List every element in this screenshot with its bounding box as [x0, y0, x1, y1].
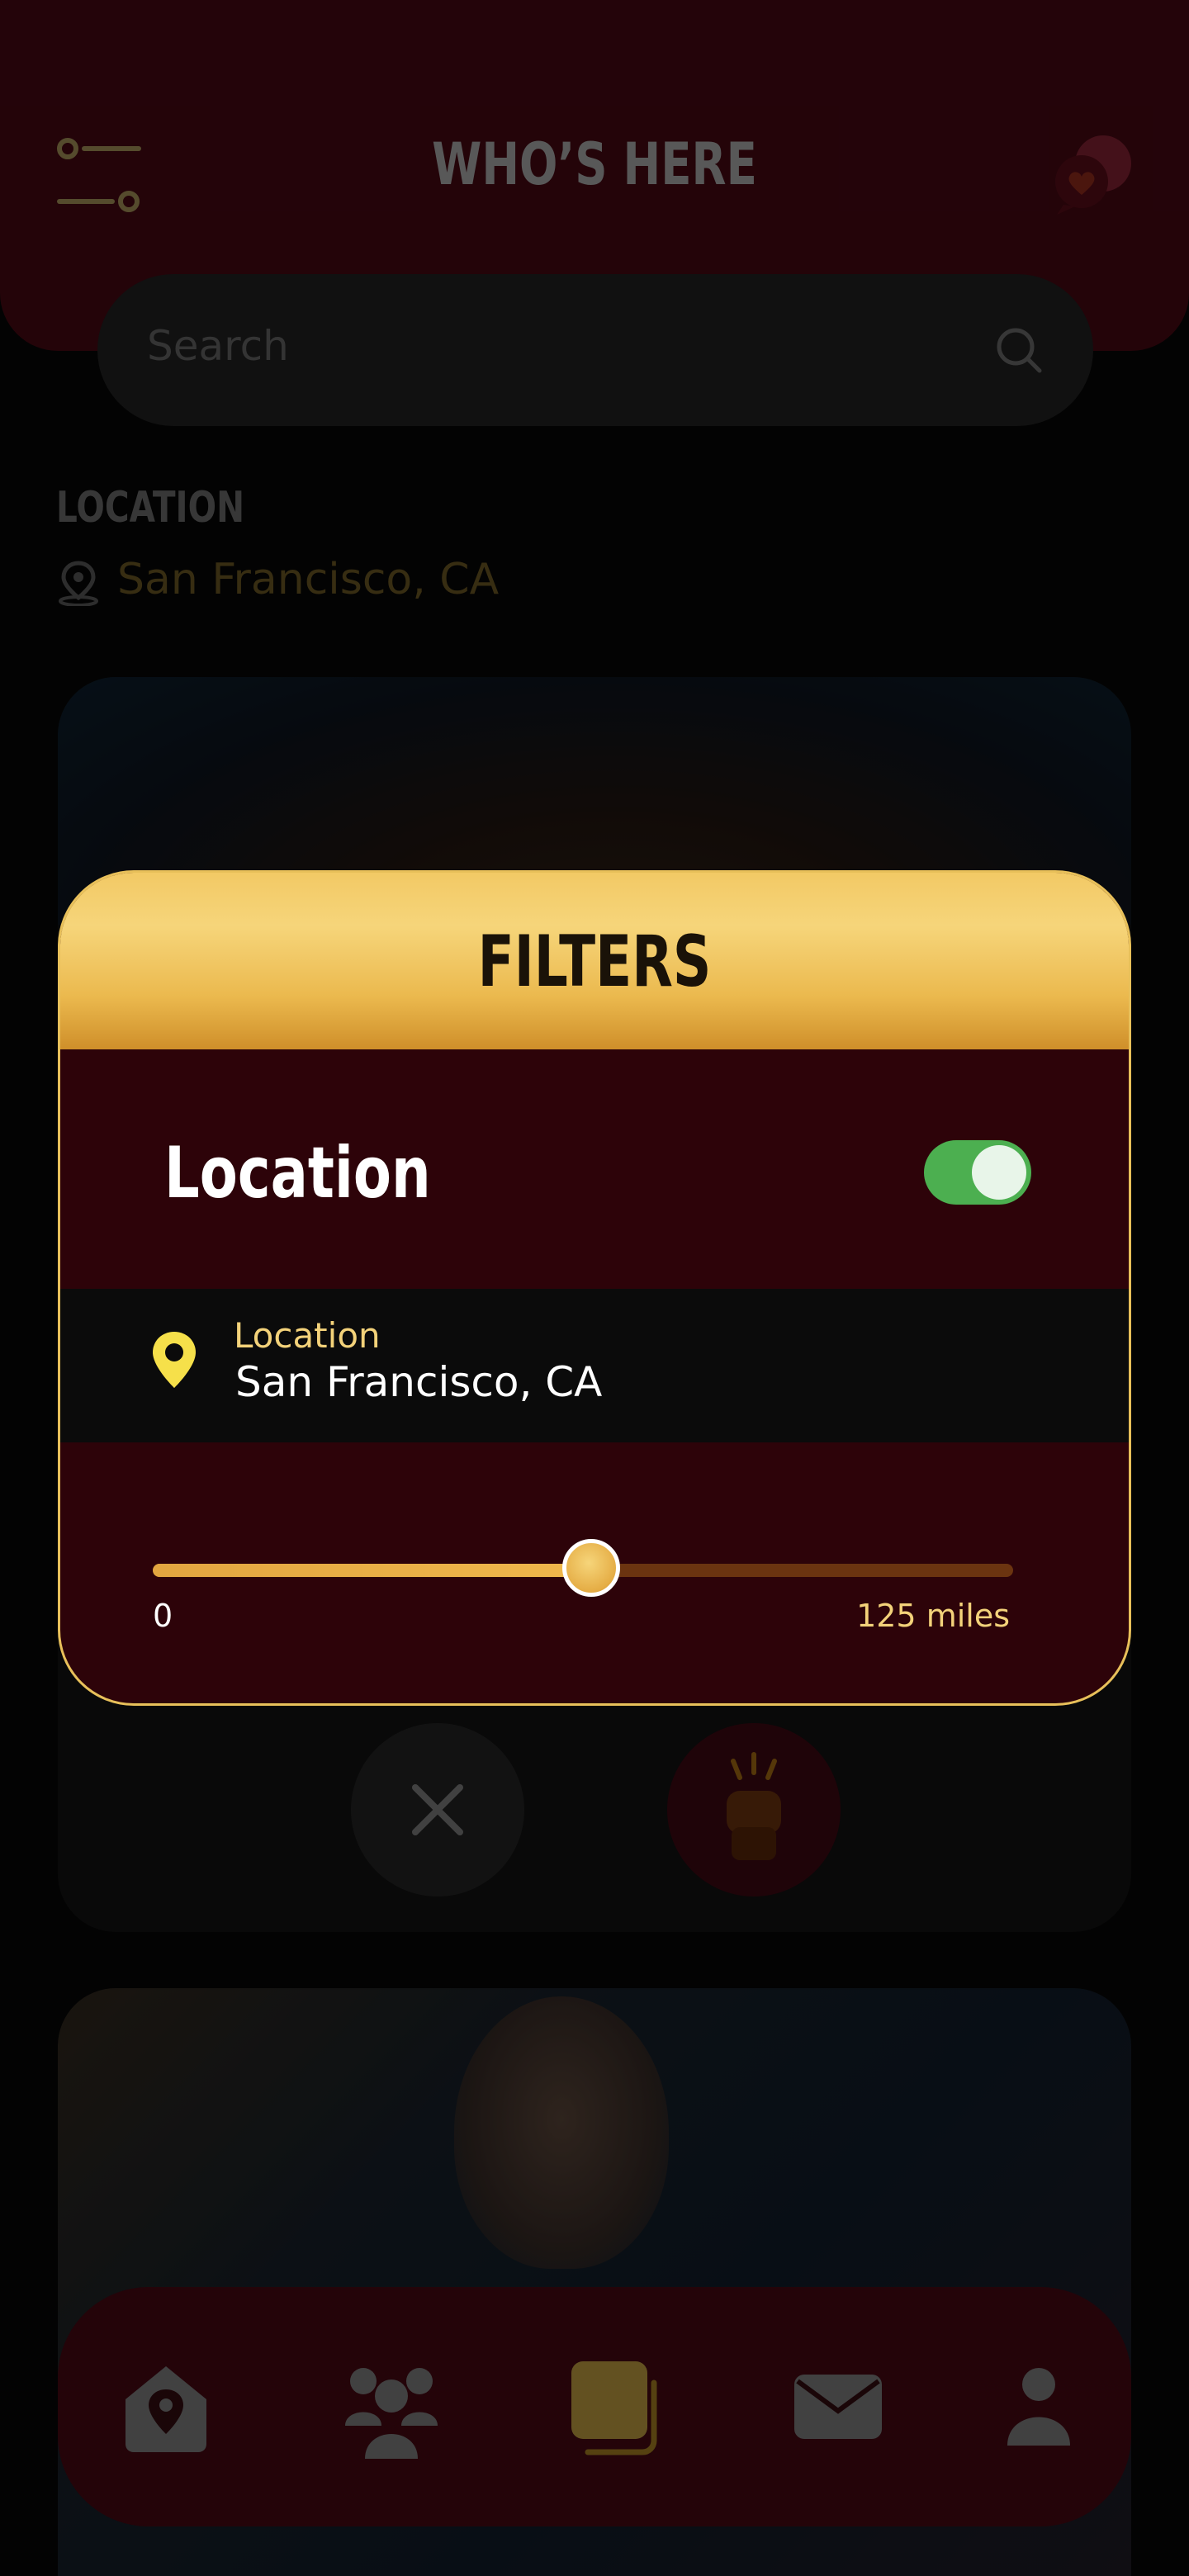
- filters-modal: FILTERS Location Location San Francisco,…: [58, 870, 1131, 1706]
- distance-max-label: 125 miles: [856, 1598, 1010, 1634]
- location-toggle-switch[interactable]: [924, 1140, 1031, 1205]
- distance-slider-thumb[interactable]: [562, 1539, 621, 1597]
- distance-slider[interactable]: [153, 1539, 1013, 1597]
- location-pin-icon: [153, 1332, 196, 1388]
- location-field[interactable]: Location San Francisco, CA: [60, 1289, 1129, 1442]
- location-field-label: Location: [234, 1315, 381, 1356]
- distance-slider-fill: [153, 1564, 592, 1577]
- location-toggle-label: Location: [164, 1132, 431, 1215]
- toggle-knob: [972, 1145, 1026, 1200]
- distance-min-label: 0: [153, 1598, 173, 1634]
- location-field-value: San Francisco, CA: [235, 1358, 603, 1406]
- filters-modal-title: FILTERS: [477, 921, 712, 1003]
- filters-modal-header: FILTERS: [60, 873, 1129, 1049]
